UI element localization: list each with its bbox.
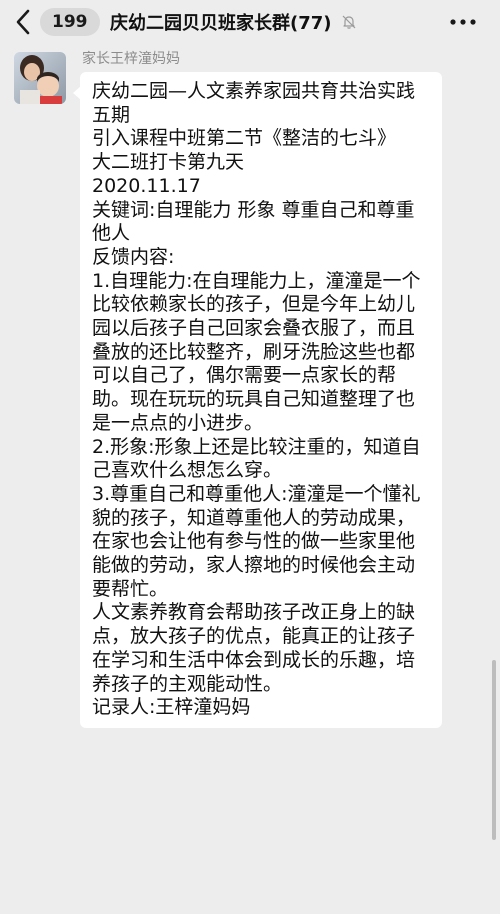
chat-screen: 199 庆幼二园贝贝班家长群(77) 家长王梓潼妈妈 庆幼二园—人文素养家园共育… — [0, 0, 500, 914]
message-line: 2020.11.17 — [92, 174, 201, 197]
back-button[interactable]: 199 — [14, 6, 100, 38]
chat-title: 庆幼二园贝贝班家长群(77) — [110, 13, 332, 34]
avatar[interactable] — [14, 52, 66, 104]
message-line: 关键词:自理能力 形象 尊重自己和尊重他人 — [92, 198, 415, 245]
message-line: 反馈内容: — [92, 245, 175, 268]
chat-header: 199 庆幼二园贝贝班家长群(77) — [0, 0, 500, 44]
sender-name: 家长王梓潼妈妈 — [82, 51, 180, 67]
bell-muted-icon — [340, 13, 358, 31]
more-button[interactable] — [448, 12, 478, 32]
message-bubble[interactable]: 庆幼二园—人文素养家园共育共治实践五期 引入课程中班第二节《整洁的七斗》 大二班… — [73, 72, 442, 728]
message-line: 1.自理能力:在自理能力上，潼潼是一个比较依赖家长的孩子，但是今年上幼儿园以后孩… — [92, 269, 421, 434]
chevron-left-icon — [14, 7, 32, 37]
message-line: 3.尊重自己和尊重他人:潼潼是一个懂礼貌的孩子，知道尊重他人的劳动成果，在家也会… — [92, 482, 421, 600]
chat-title-area: 庆幼二园贝贝班家长群(77) — [110, 0, 358, 44]
message-line: 大二班打卡第九天 — [92, 151, 245, 174]
more-icon — [450, 19, 476, 25]
scrollbar[interactable] — [492, 660, 496, 840]
unread-count-badge: 199 — [40, 8, 100, 36]
message-line: 记录人:王梓潼妈妈 — [92, 696, 251, 719]
message-line: 人文素养教育会帮助孩子改正身上的缺点，放大孩子的优点，能真正的让孩子在学习和生活… — [92, 601, 416, 695]
message-line: 2.形象:形象上还是比较注重的，知道自己喜欢什么想怎么穿。 — [92, 435, 421, 482]
message-line: 庆幼二园—人文素养家园共育共治实践五期 — [92, 80, 416, 126]
message-line: 引入课程中班第二节《整洁的七斗》 — [92, 127, 397, 150]
